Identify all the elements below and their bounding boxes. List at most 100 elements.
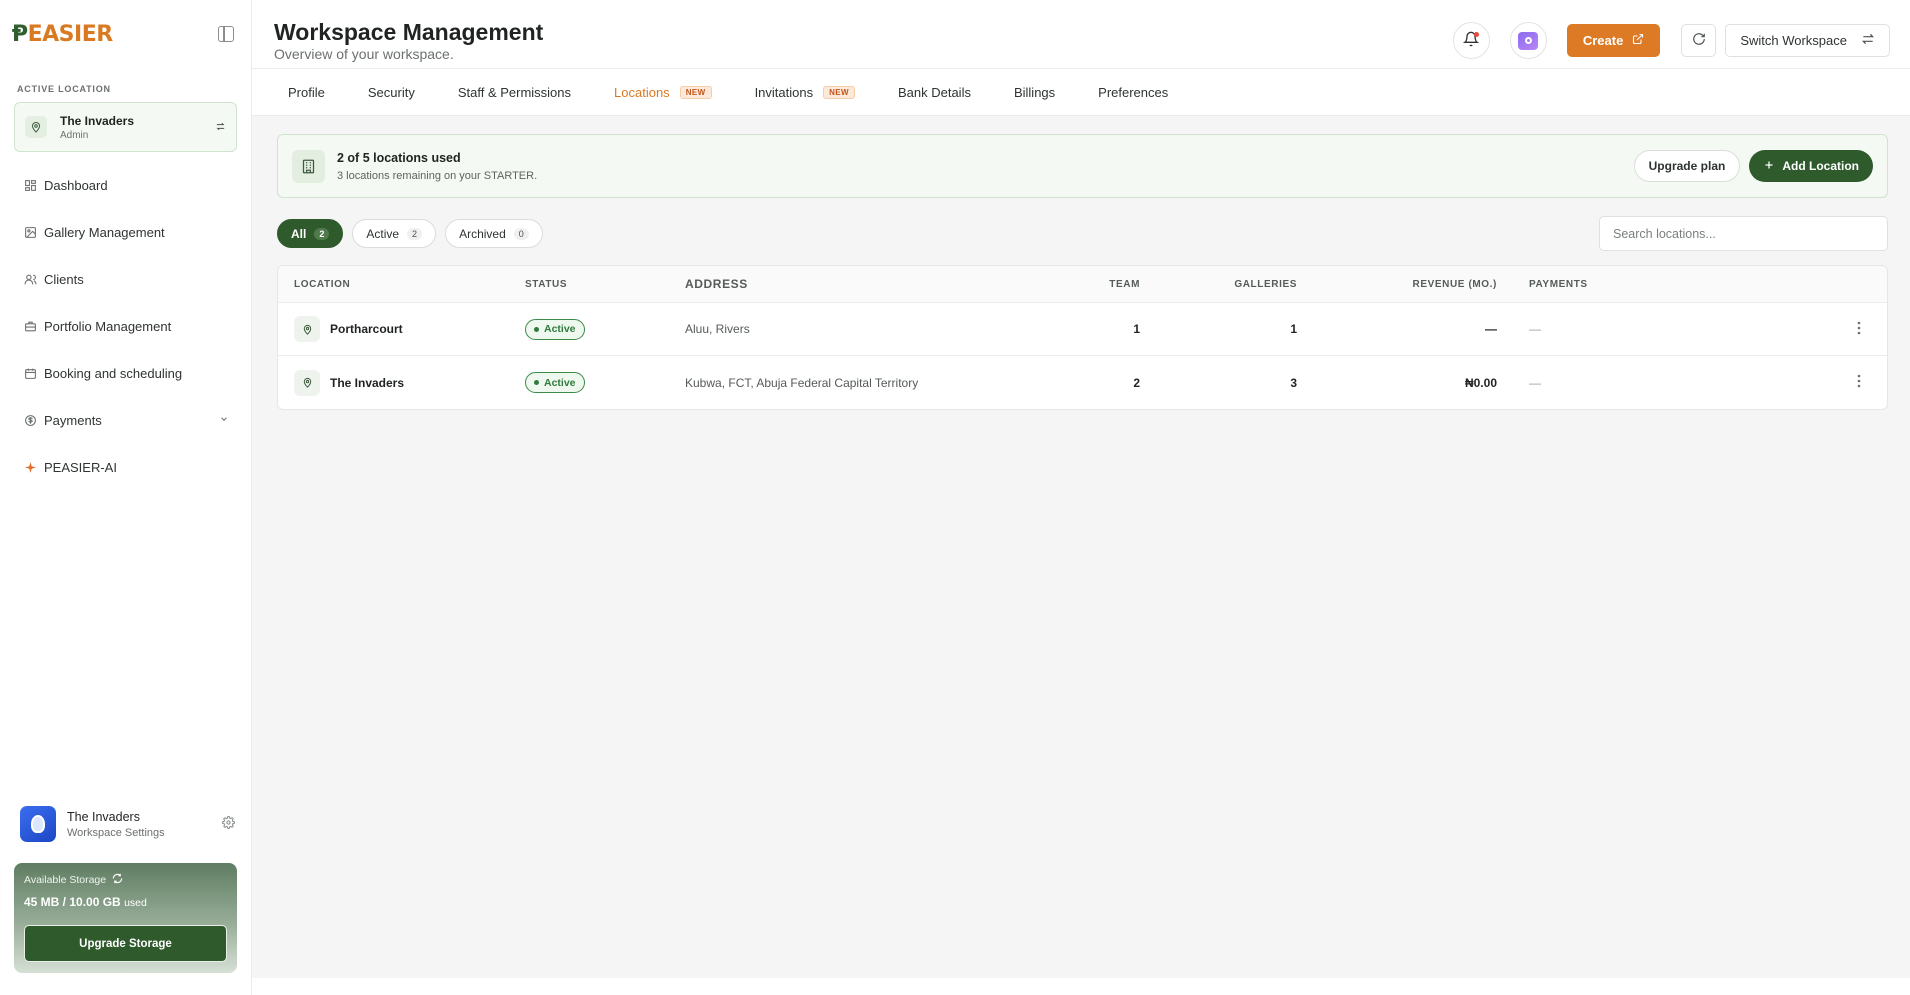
add-location-label: Add Location [1782, 159, 1859, 173]
switch-workspace-label: Switch Workspace [1740, 33, 1847, 48]
footer-strip [252, 978, 1910, 995]
tab-invitations[interactable]: Invitations NEW [755, 85, 855, 100]
col-address[interactable]: ADDRESS [685, 277, 1065, 291]
location-usage-banner: 2 of 5 locations used 3 locations remain… [277, 134, 1888, 198]
payments-cell: — [1529, 375, 1541, 390]
sidebar-collapse-icon[interactable] [218, 26, 234, 42]
table-row[interactable]: The Invaders Active Kubwa, FCT, Abuja Fe… [278, 356, 1887, 409]
more-options-icon[interactable] [1857, 374, 1861, 391]
tab-label: Security [367, 85, 415, 100]
dashboard-icon [23, 179, 37, 193]
swap-icon [215, 120, 226, 135]
filter-count: 2 [407, 227, 423, 240]
sidebar-item-label: PEASIER-AI [44, 460, 117, 475]
camera-icon [1518, 31, 1539, 50]
filter-archived[interactable]: Archived 0 [445, 219, 543, 248]
notifications-button[interactable] [1452, 22, 1490, 59]
col-galleries[interactable]: GALLERIES [1140, 279, 1297, 290]
status-badge: Active [525, 372, 585, 393]
camera-app-button[interactable] [1509, 22, 1547, 59]
tab-locations[interactable]: Locations NEW [614, 85, 712, 100]
location-pin-icon [294, 369, 320, 396]
location-cell: The Invaders [278, 369, 525, 396]
brand-logo[interactable]: Ᵽ EASIER [12, 22, 113, 47]
filter-active[interactable]: Active 2 [352, 219, 437, 248]
sidebar-item-payments[interactable]: Payments [14, 397, 239, 444]
col-revenue[interactable]: REVENUE (MO.) [1297, 279, 1497, 290]
status-cell: Active [525, 318, 685, 340]
tab-label: Billings [1013, 85, 1056, 100]
chevron-down-icon [219, 414, 229, 427]
portfolio-icon [23, 320, 37, 334]
sidebar-item-dashboard[interactable]: Dashboard [14, 162, 239, 209]
users-icon [23, 273, 37, 287]
sidebar-item-booking[interactable]: Booking and scheduling [14, 350, 239, 397]
status-cell: Active [525, 372, 685, 393]
col-payments[interactable]: PAYMENTS [1497, 279, 1588, 290]
sidebar-item-label: Portfolio Management [44, 319, 172, 334]
tab-staff-permissions[interactable]: Staff & Permissions [458, 85, 571, 100]
revenue-cell: ₦0.00 [1464, 375, 1497, 390]
status-badge: Active [525, 318, 585, 340]
sidebar-item-label: Booking and scheduling [44, 366, 183, 381]
sidebar-item-peasier-ai[interactable]: PEASIER-AI [14, 444, 239, 491]
dollar-icon [23, 414, 37, 428]
table-row[interactable]: Portharcourt Active Aluu, Rivers 1 1 — — [278, 303, 1887, 356]
create-button[interactable]: Create [1566, 24, 1661, 57]
refresh-button[interactable] [1681, 24, 1717, 57]
location-name[interactable]: The Invaders [330, 376, 404, 390]
address-cell: Aluu, Rivers [685, 322, 750, 336]
page-subtitle: Overview of your workspace. [274, 46, 454, 62]
storage-card: Available Storage 45 MB / 10.00 GB used … [14, 863, 237, 973]
col-team[interactable]: TEAM [1065, 279, 1140, 290]
usage-title: 2 of 5 locations used [337, 150, 461, 165]
tab-security[interactable]: Security [368, 85, 415, 100]
sidebar: Ᵽ EASIER ACTIVE LOCATION The Invaders Adm… [0, 0, 252, 995]
col-location[interactable]: LOCATION [278, 279, 525, 290]
header-actions: Create Switch Workspace [1452, 22, 1890, 59]
tab-label: Profile [288, 85, 325, 100]
team-cell: 1 [1133, 322, 1140, 336]
new-badge: NEW [679, 86, 712, 99]
swap-arrows-icon [1861, 32, 1875, 49]
gallery-icon [23, 226, 37, 240]
upgrade-plan-button[interactable]: Upgrade plan [1633, 150, 1741, 182]
tab-label: Staff & Permissions [457, 85, 572, 100]
tab-profile[interactable]: Profile [288, 85, 325, 100]
filter-all[interactable]: All 2 [277, 219, 344, 248]
switch-workspace-button[interactable]: Switch Workspace [1725, 24, 1890, 57]
active-location-label: ACTIVE LOCATION [17, 84, 111, 94]
more-options-icon[interactable] [1857, 321, 1861, 338]
workspace-settings-card[interactable]: The Invaders Workspace Settings [20, 804, 235, 844]
location-name[interactable]: Portharcourt [330, 322, 403, 336]
gear-icon[interactable] [222, 816, 235, 832]
filter-label: Archived [459, 226, 506, 241]
refresh-icon[interactable] [112, 873, 123, 887]
add-location-button[interactable]: Add Location [1749, 150, 1873, 182]
plus-icon [1763, 159, 1775, 174]
active-location-name: The Invaders [60, 113, 135, 128]
storage-usage: 45 MB / 10.00 GB used [24, 895, 227, 909]
sidebar-nav: Dashboard Gallery Management Clients Por… [14, 162, 239, 491]
sidebar-item-portfolio[interactable]: Portfolio Management [14, 303, 239, 350]
tab-preferences[interactable]: Preferences [1098, 85, 1168, 100]
sidebar-item-gallery[interactable]: Gallery Management [14, 209, 239, 256]
active-location-switcher[interactable]: The Invaders Admin [14, 102, 237, 152]
sidebar-item-label: Gallery Management [44, 225, 165, 240]
tab-label: Locations [614, 85, 670, 100]
tab-label: Invitations [754, 85, 814, 100]
workspace-name: The Invaders [67, 809, 140, 824]
locations-table: LOCATION STATUS ADDRESS TEAM GALLERIES R… [277, 265, 1888, 410]
workspace-settings-label: Workspace Settings [67, 826, 165, 839]
galleries-cell: 1 [1290, 322, 1297, 336]
search-input[interactable] [1599, 216, 1888, 251]
tab-bank-details[interactable]: Bank Details [898, 85, 971, 100]
notification-dot [1473, 32, 1479, 37]
col-status[interactable]: STATUS [525, 279, 685, 290]
payments-cell: — [1529, 322, 1541, 336]
tab-billings[interactable]: Billings [1014, 85, 1055, 100]
upgrade-storage-button[interactable]: Upgrade Storage [24, 925, 227, 962]
sidebar-item-clients[interactable]: Clients [14, 256, 239, 303]
filter-count: 0 [513, 227, 529, 240]
refresh-icon [1692, 32, 1706, 49]
